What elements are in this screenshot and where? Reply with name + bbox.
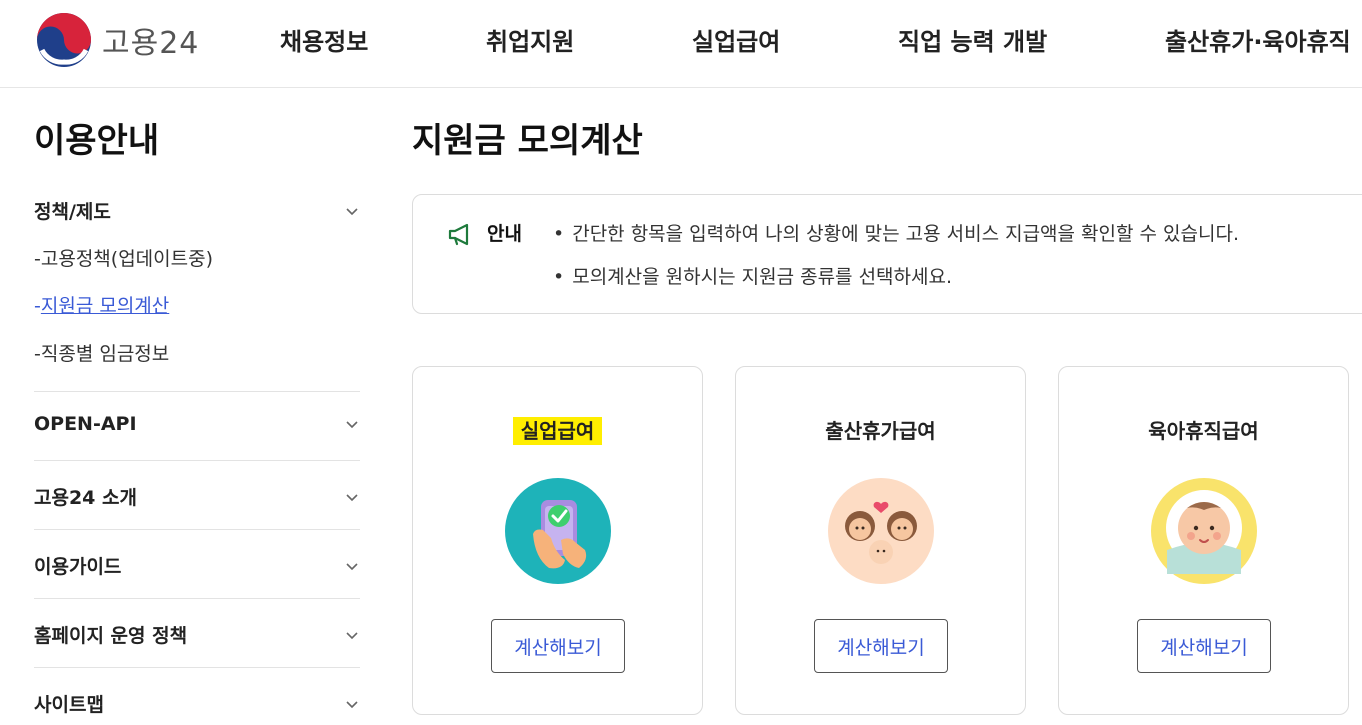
sidebar-item-wage-info[interactable]: -직종별 임금정보 xyxy=(34,339,169,366)
sidebar-item-label: 지원금 모의계산 xyxy=(40,295,170,317)
chevron-down-icon[interactable] xyxy=(344,489,360,505)
bullet: • xyxy=(553,223,565,245)
dash: - xyxy=(34,343,41,365)
card-parental-leave-benefit: 육아휴직급여 계산해보기 xyxy=(1058,366,1349,715)
card-title: 실업급여 xyxy=(413,415,702,445)
sidebar-group-user-guide[interactable]: 이용가이드 xyxy=(34,552,360,579)
card-title-text: 실업급여 xyxy=(512,417,603,445)
calculate-button[interactable]: 계산해보기 xyxy=(491,619,625,673)
notice-line: • 모의계산을 원하시는 지원금 종류를 선택하세요. xyxy=(553,262,952,289)
sidebar-item-label: 직종별 임금정보 xyxy=(40,343,170,365)
chevron-down-icon[interactable] xyxy=(344,558,360,574)
phone-check-icon xyxy=(505,478,611,584)
divider xyxy=(34,598,360,599)
notice-label: 안내 xyxy=(487,223,522,245)
site-header: 고용24 채용정보 취업지원 실업급여 직업 능력 개발 출산휴가·육아휴직 xyxy=(0,0,1362,88)
sidebar-group-label: 고용24 소개 xyxy=(34,487,137,509)
nav-item-job-training[interactable]: 직업 능력 개발 xyxy=(898,22,1047,57)
calculate-button[interactable]: 계산해보기 xyxy=(814,619,948,673)
sidebar-group-about[interactable]: 고용24 소개 xyxy=(34,483,360,510)
dash: - xyxy=(34,295,41,317)
card-unemployment-benefit: 실업급여 계산해보기 xyxy=(412,366,703,715)
sidebar-group-policy[interactable]: 정책/제도 xyxy=(34,197,360,224)
sidebar-group-label: 사이트맵 xyxy=(34,694,104,716)
card-title-text: 출산휴가급여 xyxy=(825,419,936,443)
nav-item-unemployment-benefit[interactable]: 실업급여 xyxy=(692,22,780,57)
divider xyxy=(34,460,360,461)
calculate-button[interactable]: 계산해보기 xyxy=(1137,619,1271,673)
sidebar-group-label: 홈페이지 운영 정책 xyxy=(34,625,188,647)
site-logo[interactable]: 고용24 xyxy=(36,12,199,68)
megaphone-icon xyxy=(448,223,469,246)
baby-icon xyxy=(1151,478,1257,584)
nav-item-jobs[interactable]: 채용정보 xyxy=(280,22,368,57)
card-maternity-leave-benefit: 출산휴가급여 계산해보기 xyxy=(735,366,1026,715)
sidebar-group-site-policy[interactable]: 홈페이지 운영 정책 xyxy=(34,621,360,648)
chevron-down-icon[interactable] xyxy=(344,627,360,643)
chevron-down-icon[interactable] xyxy=(344,696,360,712)
nav-item-employment-support[interactable]: 취업지원 xyxy=(486,22,574,57)
taegeuk-emblem-icon xyxy=(37,13,91,67)
notice-text: 간단한 항목을 입력하여 나의 상황에 맞는 고용 서비스 지급액을 확인할 수… xyxy=(572,223,1240,245)
notice-text: 모의계산을 원하시는 지원금 종류를 선택하세요. xyxy=(572,266,953,288)
sidebar-group-label: 정책/제도 xyxy=(34,201,111,223)
nav-item-maternity-parental-leave[interactable]: 출산휴가·육아휴직 xyxy=(1165,22,1351,57)
notice-line: • 간단한 항목을 입력하여 나의 상황에 맞는 고용 서비스 지급액을 확인할 … xyxy=(553,219,1239,246)
page-title: 지원금 모의계산 xyxy=(412,121,643,161)
chevron-down-icon[interactable] xyxy=(344,416,360,432)
sidebar-group-label: 이용가이드 xyxy=(34,556,122,578)
bullet: • xyxy=(553,266,565,288)
logo-text: 고용24 xyxy=(102,26,200,61)
sidebar-item-label: 고용정책(업데이트중) xyxy=(40,248,214,270)
sidebar-group-label: OPEN-API xyxy=(34,413,137,435)
family-icon xyxy=(828,478,934,584)
sidebar-group-open-api[interactable]: OPEN-API xyxy=(34,413,360,435)
divider xyxy=(34,667,360,668)
sidebar-item-subsidy-calculator[interactable]: -지원금 모의계산 xyxy=(34,291,169,318)
sidebar-group-sitemap[interactable]: 사이트맵 xyxy=(34,690,360,717)
chevron-down-icon[interactable] xyxy=(344,203,360,219)
sidebar-item-employment-policy[interactable]: -고용정책(업데이트중) xyxy=(34,244,213,271)
divider xyxy=(34,529,360,530)
dash: - xyxy=(34,248,41,270)
card-title-text: 육아휴직급여 xyxy=(1148,419,1259,443)
sidebar-title: 이용안내 xyxy=(34,121,160,161)
card-title: 육아휴직급여 xyxy=(1059,415,1348,444)
card-title: 출산휴가급여 xyxy=(736,415,1025,444)
divider xyxy=(34,391,360,392)
notice-box: 안내 • 간단한 항목을 입력하여 나의 상황에 맞는 고용 서비스 지급액을 확… xyxy=(412,194,1362,314)
